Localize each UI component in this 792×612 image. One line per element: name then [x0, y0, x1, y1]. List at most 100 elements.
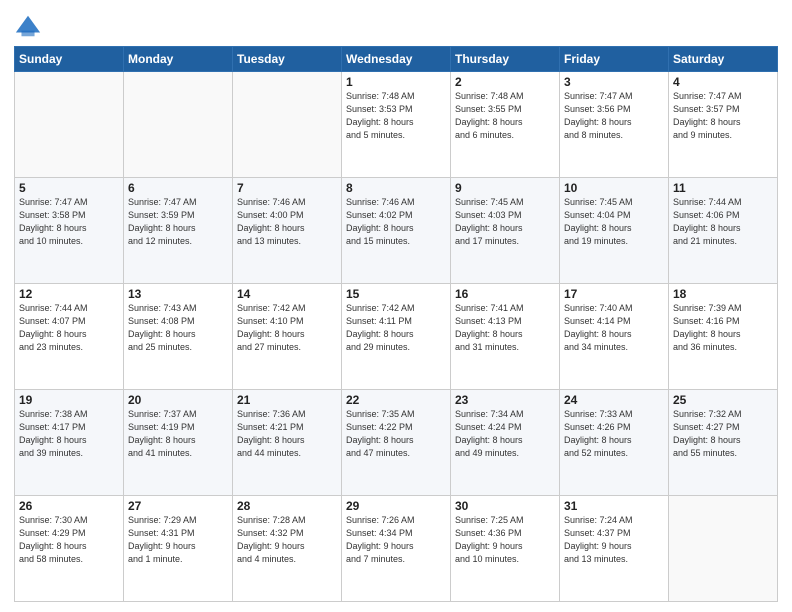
day-info: Sunrise: 7:34 AM Sunset: 4:24 PM Dayligh… [455, 408, 555, 460]
logo [14, 14, 46, 40]
day-number: 15 [346, 287, 446, 301]
calendar-cell [669, 496, 778, 602]
day-info: Sunrise: 7:32 AM Sunset: 4:27 PM Dayligh… [673, 408, 773, 460]
calendar-cell: 2Sunrise: 7:48 AM Sunset: 3:55 PM Daylig… [451, 72, 560, 178]
calendar-cell [233, 72, 342, 178]
day-number: 12 [19, 287, 119, 301]
day-number: 16 [455, 287, 555, 301]
day-number: 20 [128, 393, 228, 407]
calendar-table: SundayMondayTuesdayWednesdayThursdayFrid… [14, 46, 778, 602]
calendar-week-row: 19Sunrise: 7:38 AM Sunset: 4:17 PM Dayli… [15, 390, 778, 496]
day-info: Sunrise: 7:36 AM Sunset: 4:21 PM Dayligh… [237, 408, 337, 460]
day-info: Sunrise: 7:47 AM Sunset: 3:59 PM Dayligh… [128, 196, 228, 248]
page: SundayMondayTuesdayWednesdayThursdayFrid… [0, 0, 792, 612]
day-info: Sunrise: 7:37 AM Sunset: 4:19 PM Dayligh… [128, 408, 228, 460]
day-number: 19 [19, 393, 119, 407]
day-number: 8 [346, 181, 446, 195]
calendar-cell: 29Sunrise: 7:26 AM Sunset: 4:34 PM Dayli… [342, 496, 451, 602]
calendar-cell: 24Sunrise: 7:33 AM Sunset: 4:26 PM Dayli… [560, 390, 669, 496]
day-info: Sunrise: 7:44 AM Sunset: 4:06 PM Dayligh… [673, 196, 773, 248]
day-info: Sunrise: 7:48 AM Sunset: 3:55 PM Dayligh… [455, 90, 555, 142]
day-info: Sunrise: 7:47 AM Sunset: 3:58 PM Dayligh… [19, 196, 119, 248]
day-number: 30 [455, 499, 555, 513]
day-info: Sunrise: 7:33 AM Sunset: 4:26 PM Dayligh… [564, 408, 664, 460]
calendar-cell: 13Sunrise: 7:43 AM Sunset: 4:08 PM Dayli… [124, 284, 233, 390]
logo-icon [14, 12, 42, 40]
day-info: Sunrise: 7:48 AM Sunset: 3:53 PM Dayligh… [346, 90, 446, 142]
day-number: 25 [673, 393, 773, 407]
day-info: Sunrise: 7:28 AM Sunset: 4:32 PM Dayligh… [237, 514, 337, 566]
day-number: 29 [346, 499, 446, 513]
calendar-week-row: 26Sunrise: 7:30 AM Sunset: 4:29 PM Dayli… [15, 496, 778, 602]
calendar-cell: 4Sunrise: 7:47 AM Sunset: 3:57 PM Daylig… [669, 72, 778, 178]
calendar-cell: 20Sunrise: 7:37 AM Sunset: 4:19 PM Dayli… [124, 390, 233, 496]
day-info: Sunrise: 7:45 AM Sunset: 4:04 PM Dayligh… [564, 196, 664, 248]
calendar-day-header: Tuesday [233, 47, 342, 72]
calendar-cell: 26Sunrise: 7:30 AM Sunset: 4:29 PM Dayli… [15, 496, 124, 602]
day-number: 31 [564, 499, 664, 513]
day-info: Sunrise: 7:42 AM Sunset: 4:10 PM Dayligh… [237, 302, 337, 354]
day-info: Sunrise: 7:39 AM Sunset: 4:16 PM Dayligh… [673, 302, 773, 354]
day-number: 10 [564, 181, 664, 195]
day-number: 3 [564, 75, 664, 89]
calendar-week-row: 12Sunrise: 7:44 AM Sunset: 4:07 PM Dayli… [15, 284, 778, 390]
calendar-day-header: Monday [124, 47, 233, 72]
day-number: 18 [673, 287, 773, 301]
day-number: 1 [346, 75, 446, 89]
day-info: Sunrise: 7:30 AM Sunset: 4:29 PM Dayligh… [19, 514, 119, 566]
calendar-header-row: SundayMondayTuesdayWednesdayThursdayFrid… [15, 47, 778, 72]
calendar-cell: 11Sunrise: 7:44 AM Sunset: 4:06 PM Dayli… [669, 178, 778, 284]
calendar-cell: 5Sunrise: 7:47 AM Sunset: 3:58 PM Daylig… [15, 178, 124, 284]
calendar-cell: 10Sunrise: 7:45 AM Sunset: 4:04 PM Dayli… [560, 178, 669, 284]
day-info: Sunrise: 7:41 AM Sunset: 4:13 PM Dayligh… [455, 302, 555, 354]
calendar-cell: 8Sunrise: 7:46 AM Sunset: 4:02 PM Daylig… [342, 178, 451, 284]
day-info: Sunrise: 7:25 AM Sunset: 4:36 PM Dayligh… [455, 514, 555, 566]
calendar-cell: 21Sunrise: 7:36 AM Sunset: 4:21 PM Dayli… [233, 390, 342, 496]
day-number: 13 [128, 287, 228, 301]
calendar-cell: 31Sunrise: 7:24 AM Sunset: 4:37 PM Dayli… [560, 496, 669, 602]
day-info: Sunrise: 7:43 AM Sunset: 4:08 PM Dayligh… [128, 302, 228, 354]
day-info: Sunrise: 7:29 AM Sunset: 4:31 PM Dayligh… [128, 514, 228, 566]
calendar-day-header: Friday [560, 47, 669, 72]
calendar-cell [124, 72, 233, 178]
calendar-cell: 17Sunrise: 7:40 AM Sunset: 4:14 PM Dayli… [560, 284, 669, 390]
day-number: 23 [455, 393, 555, 407]
day-info: Sunrise: 7:44 AM Sunset: 4:07 PM Dayligh… [19, 302, 119, 354]
calendar-cell: 18Sunrise: 7:39 AM Sunset: 4:16 PM Dayli… [669, 284, 778, 390]
day-number: 26 [19, 499, 119, 513]
calendar-cell: 23Sunrise: 7:34 AM Sunset: 4:24 PM Dayli… [451, 390, 560, 496]
day-info: Sunrise: 7:26 AM Sunset: 4:34 PM Dayligh… [346, 514, 446, 566]
calendar-cell: 22Sunrise: 7:35 AM Sunset: 4:22 PM Dayli… [342, 390, 451, 496]
calendar-cell: 1Sunrise: 7:48 AM Sunset: 3:53 PM Daylig… [342, 72, 451, 178]
calendar-cell: 14Sunrise: 7:42 AM Sunset: 4:10 PM Dayli… [233, 284, 342, 390]
calendar-cell: 9Sunrise: 7:45 AM Sunset: 4:03 PM Daylig… [451, 178, 560, 284]
day-info: Sunrise: 7:40 AM Sunset: 4:14 PM Dayligh… [564, 302, 664, 354]
day-number: 4 [673, 75, 773, 89]
day-number: 9 [455, 181, 555, 195]
calendar-cell: 25Sunrise: 7:32 AM Sunset: 4:27 PM Dayli… [669, 390, 778, 496]
day-number: 14 [237, 287, 337, 301]
calendar-cell: 19Sunrise: 7:38 AM Sunset: 4:17 PM Dayli… [15, 390, 124, 496]
day-info: Sunrise: 7:46 AM Sunset: 4:00 PM Dayligh… [237, 196, 337, 248]
calendar-day-header: Saturday [669, 47, 778, 72]
calendar-cell: 16Sunrise: 7:41 AM Sunset: 4:13 PM Dayli… [451, 284, 560, 390]
day-info: Sunrise: 7:38 AM Sunset: 4:17 PM Dayligh… [19, 408, 119, 460]
calendar-cell: 30Sunrise: 7:25 AM Sunset: 4:36 PM Dayli… [451, 496, 560, 602]
day-info: Sunrise: 7:46 AM Sunset: 4:02 PM Dayligh… [346, 196, 446, 248]
day-number: 7 [237, 181, 337, 195]
calendar-cell: 3Sunrise: 7:47 AM Sunset: 3:56 PM Daylig… [560, 72, 669, 178]
day-number: 27 [128, 499, 228, 513]
day-info: Sunrise: 7:47 AM Sunset: 3:57 PM Dayligh… [673, 90, 773, 142]
calendar-day-header: Wednesday [342, 47, 451, 72]
calendar-cell: 28Sunrise: 7:28 AM Sunset: 4:32 PM Dayli… [233, 496, 342, 602]
day-number: 17 [564, 287, 664, 301]
calendar-cell: 7Sunrise: 7:46 AM Sunset: 4:00 PM Daylig… [233, 178, 342, 284]
calendar-week-row: 5Sunrise: 7:47 AM Sunset: 3:58 PM Daylig… [15, 178, 778, 284]
calendar-cell: 15Sunrise: 7:42 AM Sunset: 4:11 PM Dayli… [342, 284, 451, 390]
day-info: Sunrise: 7:47 AM Sunset: 3:56 PM Dayligh… [564, 90, 664, 142]
day-info: Sunrise: 7:35 AM Sunset: 4:22 PM Dayligh… [346, 408, 446, 460]
calendar-cell: 6Sunrise: 7:47 AM Sunset: 3:59 PM Daylig… [124, 178, 233, 284]
day-number: 24 [564, 393, 664, 407]
day-number: 2 [455, 75, 555, 89]
calendar-week-row: 1Sunrise: 7:48 AM Sunset: 3:53 PM Daylig… [15, 72, 778, 178]
